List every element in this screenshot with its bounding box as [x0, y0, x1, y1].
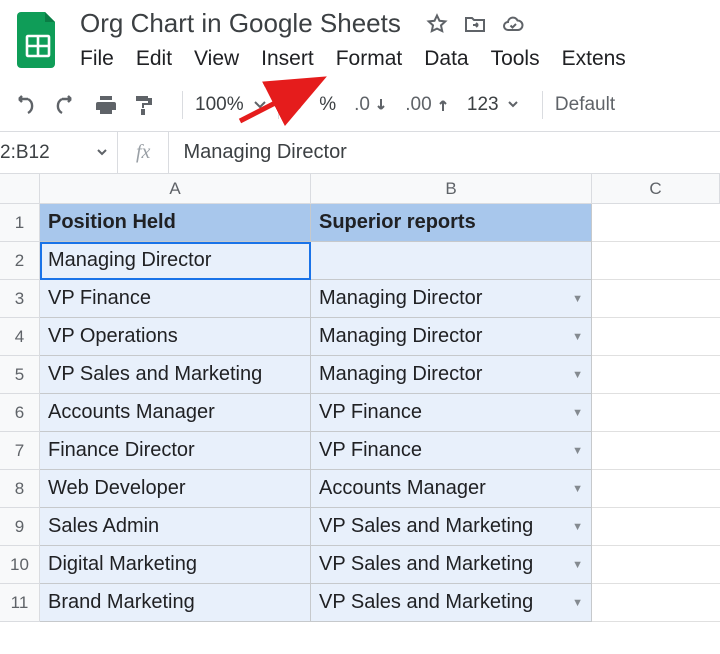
row-header[interactable]: 7	[0, 432, 40, 470]
sheets-logo-icon[interactable]	[10, 6, 66, 74]
cell-a2[interactable]: Managing Director	[40, 242, 311, 280]
row-header[interactable]: 3	[0, 280, 40, 318]
cell-a11[interactable]: Brand Marketing	[40, 584, 311, 622]
row-header[interactable]: 10	[0, 546, 40, 584]
cell-c4[interactable]	[592, 318, 720, 356]
dropdown-caret-icon[interactable]: ▼	[572, 331, 583, 343]
row-header[interactable]: 4	[0, 318, 40, 356]
cell-b2[interactable]	[311, 242, 592, 280]
font-select[interactable]: Default	[555, 94, 615, 116]
cell-a6[interactable]: Accounts Manager	[40, 394, 311, 432]
cloud-status-icon[interactable]	[501, 12, 525, 36]
row-header[interactable]: 8	[0, 470, 40, 508]
cell-b7[interactable]: VP Finance▼	[311, 432, 592, 470]
zoom-select[interactable]: 100%	[195, 94, 266, 116]
row-header[interactable]: 6	[0, 394, 40, 432]
name-box[interactable]: 2:B12	[0, 132, 118, 174]
cell-b8[interactable]: Accounts Manager▼	[311, 470, 592, 508]
format-currency-button[interactable]: $	[291, 94, 302, 116]
row-header[interactable]: 9	[0, 508, 40, 546]
chevron-down-icon	[97, 149, 107, 156]
row-header[interactable]: 11	[0, 584, 40, 622]
dropdown-caret-icon[interactable]: ▼	[572, 559, 583, 571]
cell-a7[interactable]: Finance Director	[40, 432, 311, 470]
menubar: File Edit View Insert Format Data Tools …	[78, 41, 628, 79]
cell-c10[interactable]	[592, 546, 720, 584]
cell-b9[interactable]: VP Sales and Marketing▼	[311, 508, 592, 546]
cell-a8[interactable]: Web Developer	[40, 470, 311, 508]
menu-format[interactable]: Format	[336, 47, 403, 71]
dropdown-caret-icon[interactable]: ▼	[572, 597, 583, 609]
cell-b6[interactable]: VP Finance▼	[311, 394, 592, 432]
column-header-a[interactable]: A	[40, 174, 311, 204]
menu-data[interactable]: Data	[424, 47, 468, 71]
cell-c7[interactable]	[592, 432, 720, 470]
dropdown-caret-icon[interactable]: ▼	[572, 293, 583, 305]
menu-file[interactable]: File	[80, 47, 114, 71]
format-percent-button[interactable]: %	[319, 94, 336, 116]
dropdown-caret-icon[interactable]: ▼	[572, 521, 583, 533]
cell-a5[interactable]: VP Sales and Marketing	[40, 356, 311, 394]
cell-b10[interactable]: VP Sales and Marketing▼	[311, 546, 592, 584]
cell-a10[interactable]: Digital Marketing	[40, 546, 311, 584]
redo-button[interactable]	[50, 91, 78, 119]
cell-b11[interactable]: VP Sales and Marketing▼	[311, 584, 592, 622]
cell-b3[interactable]: Managing Director▼	[311, 280, 592, 318]
menu-insert[interactable]: Insert	[261, 47, 314, 71]
star-icon[interactable]	[425, 12, 449, 36]
move-to-folder-icon[interactable]	[463, 12, 487, 36]
cell-b5[interactable]: Managing Director▼	[311, 356, 592, 394]
cell-c1[interactable]	[592, 204, 720, 242]
cell-a4[interactable]: VP Operations	[40, 318, 311, 356]
increase-decimals-button[interactable]: .00	[405, 91, 449, 119]
row-header[interactable]: 5	[0, 356, 40, 394]
cell-c6[interactable]	[592, 394, 720, 432]
paint-format-button[interactable]	[130, 91, 158, 119]
column-header-b[interactable]: B	[311, 174, 592, 204]
document-title[interactable]: Org Chart in Google Sheets	[78, 6, 403, 41]
menu-view[interactable]: View	[194, 47, 239, 71]
cell-c3[interactable]	[592, 280, 720, 318]
dropdown-caret-icon[interactable]: ▼	[572, 483, 583, 495]
zoom-value: 100%	[195, 94, 244, 116]
decrease-decimals-button[interactable]: .0	[354, 91, 387, 119]
cell-b1[interactable]: Superior reports	[311, 204, 592, 242]
cell-c9[interactable]	[592, 508, 720, 546]
menu-extensions[interactable]: Extens	[562, 47, 626, 71]
spreadsheet-grid: A B C 1 Position Held Superior reports 2…	[0, 174, 720, 622]
column-header-c[interactable]: C	[592, 174, 720, 204]
menu-edit[interactable]: Edit	[136, 47, 172, 71]
more-formats-button[interactable]: 123	[467, 94, 518, 116]
cell-b4[interactable]: Managing Director▼	[311, 318, 592, 356]
cell-a1[interactable]: Position Held	[40, 204, 311, 242]
undo-button[interactable]	[12, 91, 40, 119]
print-button[interactable]	[92, 91, 120, 119]
row-header[interactable]: 1	[0, 204, 40, 242]
dropdown-caret-icon[interactable]: ▼	[572, 369, 583, 381]
toolbar: 100% $ % .0 .00 123 Default	[0, 79, 720, 131]
dropdown-caret-icon[interactable]: ▼	[572, 445, 583, 457]
cell-c5[interactable]	[592, 356, 720, 394]
fx-label: fx	[118, 132, 169, 174]
formula-bar[interactable]: Managing Director	[169, 141, 346, 164]
cell-a9[interactable]: Sales Admin	[40, 508, 311, 546]
menu-tools[interactable]: Tools	[491, 47, 540, 71]
chevron-down-icon	[254, 101, 266, 109]
select-all-corner[interactable]	[0, 174, 40, 204]
cell-a3[interactable]: VP Finance	[40, 280, 311, 318]
cell-c2[interactable]	[592, 242, 720, 280]
dropdown-caret-icon[interactable]: ▼	[572, 407, 583, 419]
cell-c8[interactable]	[592, 470, 720, 508]
row-header[interactable]: 2	[0, 242, 40, 280]
cell-c11[interactable]	[592, 584, 720, 622]
